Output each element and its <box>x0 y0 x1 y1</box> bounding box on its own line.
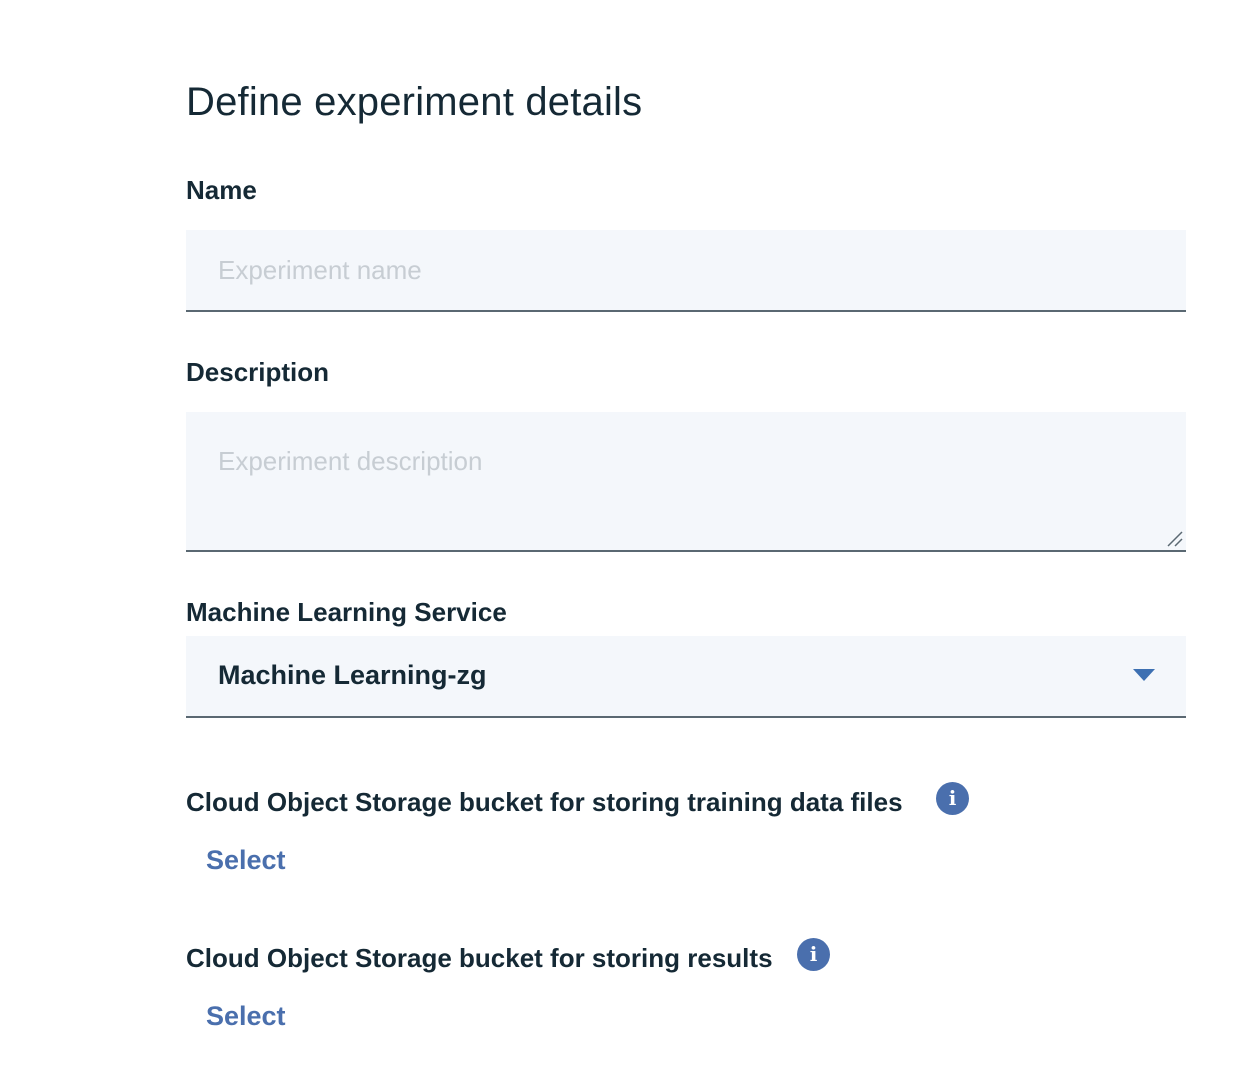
experiment-description-input[interactable] <box>186 412 1186 552</box>
info-icon[interactable]: i <box>936 782 969 815</box>
training-bucket-label: Cloud Object Storage bucket for storing … <box>186 787 903 817</box>
results-bucket-label: Cloud Object Storage bucket for storing … <box>186 943 773 973</box>
results-bucket-select-link[interactable]: Select <box>206 1001 286 1032</box>
info-icon[interactable]: i <box>797 938 830 971</box>
training-bucket-select-link[interactable]: Select <box>206 845 286 876</box>
ml-service-label: Machine Learning Service <box>186 597 507 627</box>
ml-service-selected-value: Machine Learning-zg <box>218 660 487 690</box>
experiment-name-input[interactable] <box>186 230 1186 312</box>
name-label: Name <box>186 175 257 205</box>
description-label: Description <box>186 357 330 387</box>
resize-handle-icon[interactable] <box>1166 530 1184 548</box>
page-title: Define experiment details <box>186 80 643 124</box>
ml-service-select[interactable]: Machine Learning-zg <box>186 636 1186 718</box>
chevron-down-icon[interactable] <box>1133 669 1155 681</box>
